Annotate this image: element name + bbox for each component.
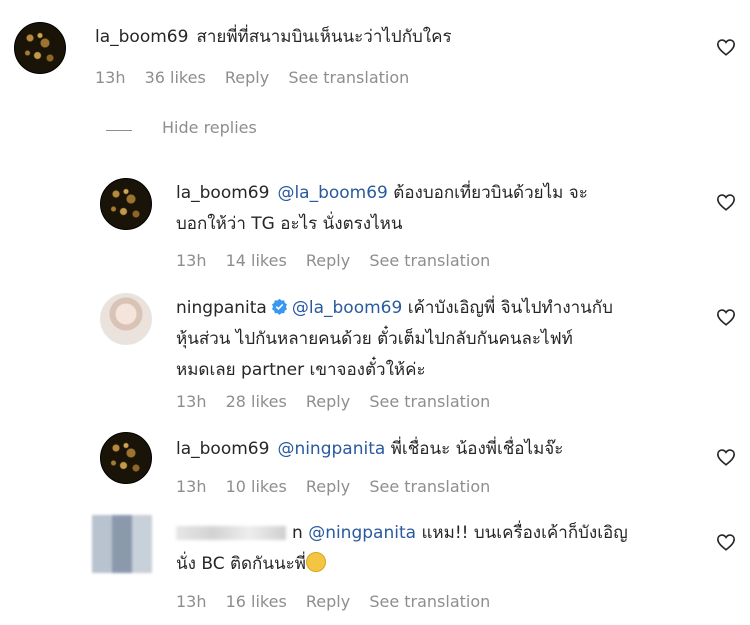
avatar[interactable] xyxy=(92,515,152,573)
comment-meta: 13h 10 likes Reply See translation xyxy=(176,477,490,496)
comment-body-line2: หุ้นส่วน ไปกันหลายคนด้วย ตั๋วเต็มไปกลับก… xyxy=(176,329,573,349)
reply-button[interactable]: Reply xyxy=(306,477,350,496)
mention-link[interactable]: @la_boom69 xyxy=(277,183,387,203)
hide-replies-button[interactable]: Hide replies xyxy=(162,118,257,137)
comment-meta: 13h 36 likes Reply See translation xyxy=(95,68,409,87)
reply-button[interactable]: Reply xyxy=(225,68,269,87)
comment-body: สายพี่ที่สนามบินเห็นนะว่าไปกับใคร xyxy=(196,27,452,47)
comment-body-line1: ต้องบอกเที่ยวบินด้วยไม xyxy=(393,183,564,203)
timestamp: 13h xyxy=(176,477,207,496)
comment-text: ningpanita @la_boom69 เค้าบังเอิญพี่ จินไ… xyxy=(176,293,613,386)
heart-icon[interactable] xyxy=(716,308,736,326)
hide-replies-divider xyxy=(106,130,132,131)
username[interactable]: la_boom69 xyxy=(176,439,269,459)
username[interactable]: la_boom69 xyxy=(176,183,269,203)
heart-icon[interactable] xyxy=(716,38,736,56)
comment-body-line3: หมดเลย partner เขาจองตั๋วให้ค่ะ xyxy=(176,360,426,380)
mention-link[interactable]: @ningpanita xyxy=(308,523,416,543)
avatar[interactable] xyxy=(100,178,152,230)
reply-button[interactable]: Reply xyxy=(306,251,350,270)
timestamp: 13h xyxy=(176,251,207,270)
blurred-username[interactable] xyxy=(176,526,286,540)
comment-text: la_boom69 สายพี่ที่สนามบินเห็นนะว่าไปกับใ… xyxy=(95,22,452,53)
timestamp: 13h xyxy=(95,68,126,87)
comment-meta: 13h 16 likes Reply See translation xyxy=(176,592,490,611)
avatar[interactable] xyxy=(100,293,152,345)
timestamp: 13h xyxy=(176,392,207,411)
comment-meta: 13h 14 likes Reply See translation xyxy=(176,251,490,270)
see-translation-link[interactable]: See translation xyxy=(369,251,490,270)
see-translation-link[interactable]: See translation xyxy=(369,477,490,496)
likes-count[interactable]: 36 likes xyxy=(145,68,206,87)
username-suffix: n xyxy=(292,523,303,543)
heart-icon[interactable] xyxy=(716,533,736,551)
likes-count[interactable]: 16 likes xyxy=(226,592,287,611)
grinning-emoji-icon xyxy=(305,552,326,572)
comment-body-line1: พี่เชื่อนะ น้องพี่เชื่อไมจ๊ะ xyxy=(390,439,564,459)
heart-icon[interactable] xyxy=(716,448,736,466)
see-translation-link[interactable]: See translation xyxy=(288,68,409,87)
see-translation-link[interactable]: See translation xyxy=(369,592,490,611)
username[interactable]: ningpanita xyxy=(176,298,267,318)
comment-body-line1: แหม!! บนเครื่องเค้าก็บังเอิญ xyxy=(421,523,628,543)
timestamp: 13h xyxy=(176,592,207,611)
comment-text: n @ningpanita แหม!! บนเครื่องเค้าก็บังเอ… xyxy=(176,518,628,580)
likes-count[interactable]: 28 likes xyxy=(226,392,287,411)
likes-count[interactable]: 14 likes xyxy=(226,251,287,270)
heart-icon[interactable] xyxy=(716,193,736,211)
mention-link[interactable]: @la_boom69 xyxy=(292,298,402,318)
comment-body-line2: บอกให้ว่า TG อะไร นั่งตรงไหน xyxy=(176,214,403,234)
mention-link[interactable]: @ningpanita xyxy=(277,439,385,459)
comment-text: la_boom69 @ningpanita พี่เชื่อนะ น้องพี่เ… xyxy=(176,434,563,465)
likes-count[interactable]: 10 likes xyxy=(226,477,287,496)
comment-meta: 13h 28 likes Reply See translation xyxy=(176,392,490,411)
avatar[interactable] xyxy=(14,22,66,74)
avatar[interactable] xyxy=(100,432,152,484)
username[interactable]: la_boom69 xyxy=(95,27,188,47)
reply-button[interactable]: Reply xyxy=(306,592,350,611)
reply-button[interactable]: Reply xyxy=(306,392,350,411)
verified-badge-icon xyxy=(271,298,287,315)
see-translation-link[interactable]: See translation xyxy=(369,392,490,411)
comment-text: la_boom69 @la_boom69 ต้องบอกเที่ยวบินด้วย… xyxy=(176,178,588,240)
comment-body-line1-end: จะ xyxy=(568,183,588,203)
comment-body-line2: นั่ง BC ติดกันนะพี่ xyxy=(176,554,306,574)
comment-body-line1: เค้าบังเอิญพี่ จินไปทำงานกับ xyxy=(407,298,613,318)
